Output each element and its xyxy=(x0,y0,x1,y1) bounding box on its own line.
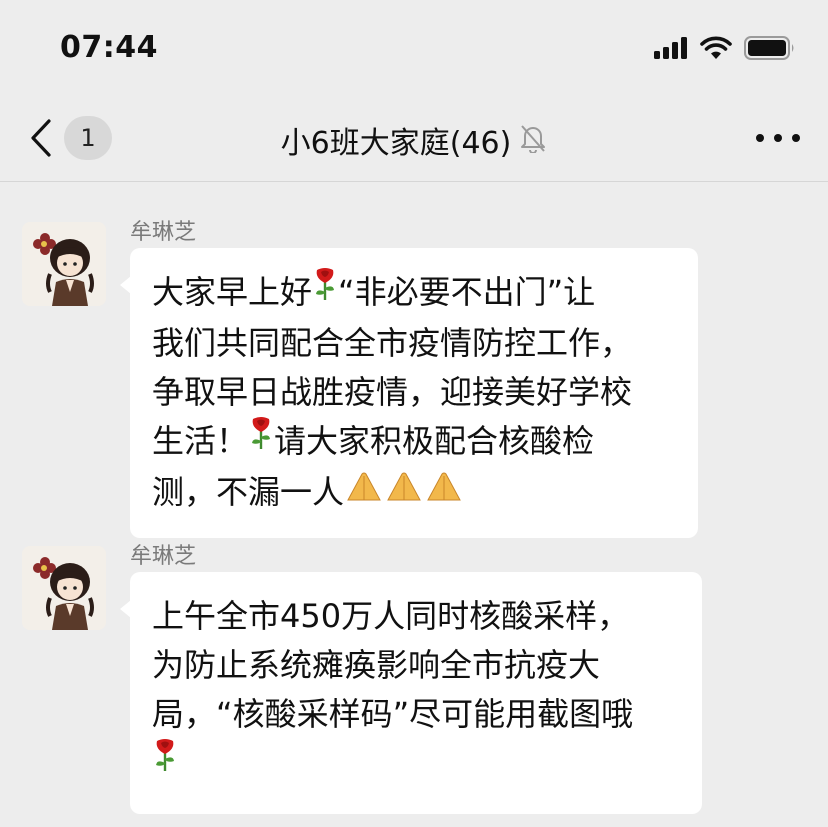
chat-title-text: 小6班大家庭(46) xyxy=(280,126,512,161)
sender-name: 牟琳芝 xyxy=(130,544,197,569)
battery-icon xyxy=(744,36,794,60)
message-text: 测，不漏一人 xyxy=(152,473,345,511)
signal-icon xyxy=(654,37,687,59)
message-text: 上午全市450万人同时核酸采样， xyxy=(152,597,630,635)
message-text: 为防止系统瘫痪影响全市抗疫大 xyxy=(152,646,601,684)
message-text: 生活！ xyxy=(152,422,249,460)
message-text: 请大家积极配合核酸检 xyxy=(274,422,595,460)
message-bubble[interactable]: 大家早上好 “非必要不出门”让 我们共同配合全市疫情防控工作， 争取早日战胜疫情… xyxy=(120,248,698,538)
more-options-button[interactable] xyxy=(756,122,800,154)
sender-name: 牟琳芝 xyxy=(130,220,197,245)
message-line: 上午全市450万人同时核酸采样， xyxy=(152,592,680,641)
rose-emoji-icon xyxy=(312,266,338,316)
message-text: “非必要不出门”让 xyxy=(338,273,596,311)
message-text: 我们共同配合全市疫情防控工作， xyxy=(152,324,633,362)
message-line: 争取早日战胜疫情，迎接美好学校 xyxy=(152,368,676,417)
chat-title: 小6班大家庭(46) xyxy=(0,118,828,164)
status-icons xyxy=(654,36,796,60)
status-bar: 07:44 xyxy=(0,0,828,96)
sender-avatar[interactable] xyxy=(22,222,106,306)
message-line: 我们共同配合全市疫情防控工作， xyxy=(152,319,676,368)
message-text: 局，“核酸采样码”尽可能用截图哦 xyxy=(152,695,634,733)
message-line: 生活！ 请大家积极配合核酸检 xyxy=(152,417,676,468)
status-time: 07:44 xyxy=(60,30,158,65)
wifi-icon xyxy=(700,36,732,59)
rose-emoji-icon xyxy=(248,415,274,465)
praying-hands-emoji-icon xyxy=(344,467,464,516)
message-line: 为防止系统瘫痪影响全市抗疫大 xyxy=(152,641,680,690)
more-dot xyxy=(756,134,764,142)
more-dot xyxy=(792,134,800,142)
sender-avatar[interactable] xyxy=(22,546,106,630)
message-line xyxy=(152,739,680,790)
bell-muted-icon xyxy=(519,123,547,161)
message-text: 争取早日战胜疫情，迎接美好学校 xyxy=(152,373,633,411)
cartoon-girl-avatar-icon xyxy=(22,222,106,306)
message-text: 大家早上好 xyxy=(152,273,313,311)
cartoon-girl-avatar-icon xyxy=(22,546,106,630)
rose-emoji-icon xyxy=(152,737,178,787)
more-dot xyxy=(774,134,782,142)
message-line: 局，“核酸采样码”尽可能用截图哦 xyxy=(152,690,680,739)
message-line: 大家早上好 “非必要不出门”让 xyxy=(152,268,676,319)
message-bubble[interactable]: 上午全市450万人同时核酸采样， 为防止系统瘫痪影响全市抗疫大 局，“核酸采样码… xyxy=(120,572,702,814)
chat-header: 1 小6班大家庭(46) xyxy=(0,96,828,182)
message-line: 测，不漏一人 xyxy=(152,468,676,519)
